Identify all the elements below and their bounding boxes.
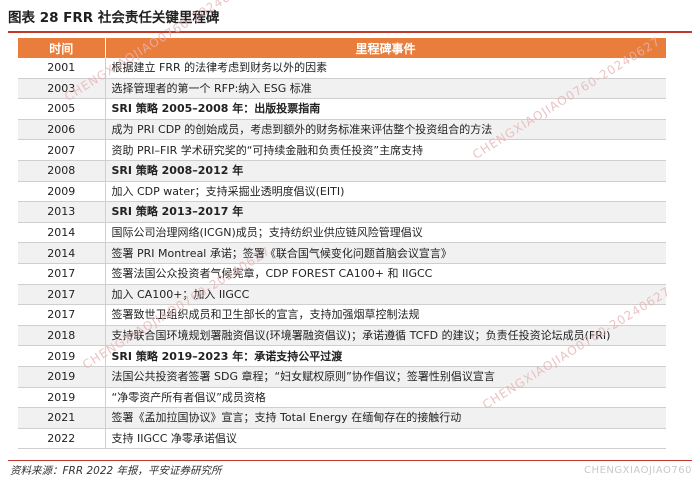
row-event: SRI 策略 2005–2008 年：出版投票指南 xyxy=(105,98,666,120)
table-row: 2022 支持 IIGCC 净零承诺倡议 xyxy=(18,428,666,450)
table-row: 2013 SRI 策略 2013–2017 年 xyxy=(18,201,666,223)
row-year: 2007 xyxy=(18,139,106,161)
row-event: 加入 CDP water；支持采掘业透明度倡议(EITI) xyxy=(105,181,666,203)
row-event: “净零资产所有者倡议”成员资格 xyxy=(105,387,666,409)
row-year: 2006 xyxy=(18,119,106,141)
row-year: 2014 xyxy=(18,222,106,244)
table-row: 2019 法国公共投资者签署 SDG 章程；“妇女赋权原则”协作倡议；签署性别倡议… xyxy=(18,366,666,388)
table-row: 2008 SRI 策略 2008–2012 年 xyxy=(18,160,666,182)
row-year: 2014 xyxy=(18,242,106,264)
row-event: SRI 策略 2008–2012 年 xyxy=(105,160,666,182)
source-note: 资料来源：FRR 2022 年报，平安证券研究所 xyxy=(10,465,222,477)
row-year: 2018 xyxy=(18,325,106,347)
row-event: 资助 PRI–FIR 学术研究奖的“可持续金融和负责任投资”主席支持 xyxy=(105,139,666,161)
header-event: 里程碑事件 xyxy=(105,38,667,58)
row-year: 2019 xyxy=(18,387,106,409)
table-body: 2001 根据建立 FRR 的法律考虑到财务以外的因素 2003 选择管理者的第一个 … xyxy=(18,58,666,450)
table-row: 2021 签署《孟加拉国协议》宣言；支持 Total Energy 在缅甸存在的接… xyxy=(18,407,666,429)
table-header-row: 时间 里程碑事件 xyxy=(18,38,667,58)
row-year: 2013 xyxy=(18,201,106,223)
row-event: 法国公共投资者签署 SDG 章程；“妇女赋权原则”协作倡议；签署性别倡议宣言 xyxy=(105,366,666,388)
table-row: 2017 签署致世卫组织成员和卫生部长的宣言，支持加强烟草控制法规 xyxy=(18,304,666,326)
row-event: 支持 IIGCC 净零承诺倡议 xyxy=(105,428,666,450)
table-row: 2017 加入 CA100+；加入 IIGCC xyxy=(18,284,666,306)
row-event: SRI 策略 2013–2017 年 xyxy=(105,201,666,223)
row-year: 2017 xyxy=(18,304,106,326)
table-row: 2009 加入 CDP water；支持采掘业透明度倡议(EITI) xyxy=(18,181,666,203)
row-event: 签署法国公众投资者气候宪章，CDP FOREST CA100+ 和 IIGCC xyxy=(105,263,666,285)
table-row: 2017 签署法国公众投资者气候宪章，CDP FOREST CA100+ 和 II… xyxy=(18,263,666,285)
row-event: 根据建立 FRR 的法律考虑到财务以外的因素 xyxy=(105,58,666,79)
corner-watermark: CHENGXIAOJIAO760 xyxy=(584,465,692,476)
table-row: 2007 资助 PRI–FIR 学术研究奖的“可持续金融和负责任投资”主席支持 xyxy=(18,139,666,161)
table-row: 2014 签署 PRI Montreal 承诺；签署《联合国气候变化问题首脑会议宣… xyxy=(18,242,666,264)
row-year: 2009 xyxy=(18,181,106,203)
footer-rule xyxy=(8,460,692,461)
header-year: 时间 xyxy=(18,38,106,58)
row-year: 2022 xyxy=(18,428,106,450)
row-year: 2021 xyxy=(18,407,106,429)
table-row: 2014 国际公司治理网络(ICGN)成员；支持纺织业供应链风险管理倡议 xyxy=(18,222,666,244)
row-event: 成为 PRI CDP 的创始成员，考虑到额外的财务标准来评估整个投资组合的方法 xyxy=(105,119,666,141)
table-row: 2006 成为 PRI CDP 的创始成员，考虑到额外的财务标准来评估整个投资组合… xyxy=(18,119,666,141)
row-event: 国际公司治理网络(ICGN)成员；支持纺织业供应链风险管理倡议 xyxy=(105,222,666,244)
title-rule xyxy=(8,31,692,33)
table-row: 2019 “净零资产所有者倡议”成员资格 xyxy=(18,387,666,409)
row-year: 2019 xyxy=(18,366,106,388)
row-event: 签署 PRI Montreal 承诺；签署《联合国气候变化问题首脑会议宣言》 xyxy=(105,242,666,264)
row-year: 2017 xyxy=(18,284,106,306)
row-year: 2005 xyxy=(18,98,106,120)
row-year: 2017 xyxy=(18,263,106,285)
figure-title: 图表 28 FRR 社会责任关键里程碑 xyxy=(8,10,220,26)
row-event: 签署《孟加拉国协议》宣言；支持 Total Energy 在缅甸存在的接触行动 xyxy=(105,407,666,429)
row-year: 2008 xyxy=(18,160,106,182)
